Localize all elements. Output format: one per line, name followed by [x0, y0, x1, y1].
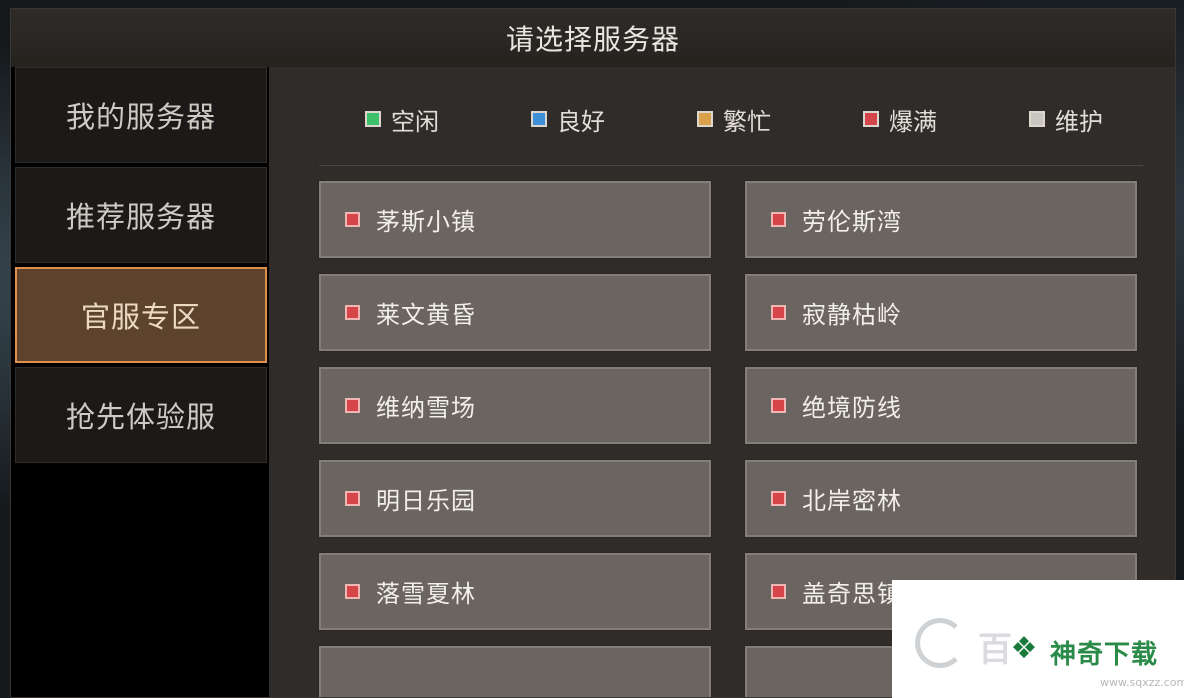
- status-full-icon: [771, 212, 786, 227]
- watermark-url: www.sqxzz.com: [1100, 676, 1184, 689]
- server-name: 明日乐园: [376, 487, 476, 515]
- server-button[interactable]: 北岸密林: [744, 459, 1138, 538]
- legend-idle: 空闲: [365, 102, 439, 137]
- sidebar-item-early-access[interactable]: 抢先体验服: [15, 367, 267, 463]
- server-button[interactable]: 维纳雪场: [318, 366, 712, 445]
- watermark-brand-icon: ❖: [1010, 631, 1038, 666]
- server-name: 劳伦斯湾: [802, 208, 902, 236]
- status-full-icon: [345, 491, 360, 506]
- server-name: 寂静枯岭: [802, 301, 902, 329]
- sidebar-item-official[interactable]: 官服专区: [15, 267, 267, 363]
- sidebar-item-recommended[interactable]: 推荐服务器: [15, 167, 267, 263]
- legend-label: 空闲: [391, 107, 439, 136]
- dialog-title: 请选择服务器: [11, 9, 1175, 68]
- legend-good: 良好: [531, 102, 605, 137]
- server-name: 维纳雪场: [376, 394, 476, 422]
- status-good-icon: [531, 111, 547, 127]
- sidebar-item-label: 我的服务器: [65, 100, 216, 134]
- server-name: 盖奇思镇: [802, 580, 902, 608]
- legend-label: 维护: [1055, 107, 1103, 136]
- status-legend: 空闲 良好 繁忙 爆满 维护: [319, 99, 1145, 139]
- server-name: 北岸密林: [802, 487, 902, 515]
- sidebar-item-label: 推荐服务器: [65, 200, 216, 234]
- sidebar-item-label: 抢先体验服: [65, 400, 216, 434]
- server-name: 落雪夏林: [376, 580, 476, 608]
- legend-label: 良好: [557, 107, 605, 136]
- legend-busy: 繁忙: [697, 102, 771, 137]
- server-name: 绝境防线: [802, 394, 902, 422]
- server-category-sidebar: 我的服务器 推荐服务器 官服专区 抢先体验服: [11, 67, 269, 697]
- server-button[interactable]: 绝境防线: [744, 366, 1138, 445]
- server-button[interactable]: 明日乐园: [318, 459, 712, 538]
- legend-label: 爆满: [889, 107, 937, 136]
- legend-label: 繁忙: [723, 107, 771, 136]
- status-full-icon: [345, 584, 360, 599]
- status-full-icon: [345, 398, 360, 413]
- watermark-faded-text: 百: [978, 630, 1012, 670]
- legend-full: 爆满: [863, 102, 937, 137]
- sidebar-item-label: 官服专区: [80, 300, 201, 334]
- server-button[interactable]: 茅斯小镇: [318, 180, 712, 259]
- watermark-brand-text: 神奇下载: [1050, 640, 1159, 670]
- status-maintenance-icon: [1029, 111, 1045, 127]
- status-idle-icon: [365, 111, 381, 127]
- server-name: 莱文黄昏: [376, 301, 476, 329]
- server-button-partial[interactable]: [318, 645, 712, 697]
- watermark-logo-icon: [915, 618, 965, 668]
- status-full-icon: [771, 305, 786, 320]
- status-full-icon: [345, 305, 360, 320]
- server-button[interactable]: 寂静枯岭: [744, 273, 1138, 352]
- status-full-icon: [345, 212, 360, 227]
- server-button[interactable]: 落雪夏林: [318, 552, 712, 631]
- status-busy-icon: [697, 111, 713, 127]
- sidebar-item-my-servers[interactable]: 我的服务器: [15, 67, 267, 163]
- status-full-icon: [771, 398, 786, 413]
- legend-divider: [319, 165, 1143, 166]
- server-button[interactable]: 莱文黄昏: [318, 273, 712, 352]
- server-button[interactable]: 劳伦斯湾: [744, 180, 1138, 259]
- legend-maintenance: 维护: [1029, 102, 1103, 137]
- status-full-icon: [771, 491, 786, 506]
- status-full-icon: [863, 111, 879, 127]
- status-full-icon: [771, 584, 786, 599]
- server-name: 茅斯小镇: [376, 208, 476, 236]
